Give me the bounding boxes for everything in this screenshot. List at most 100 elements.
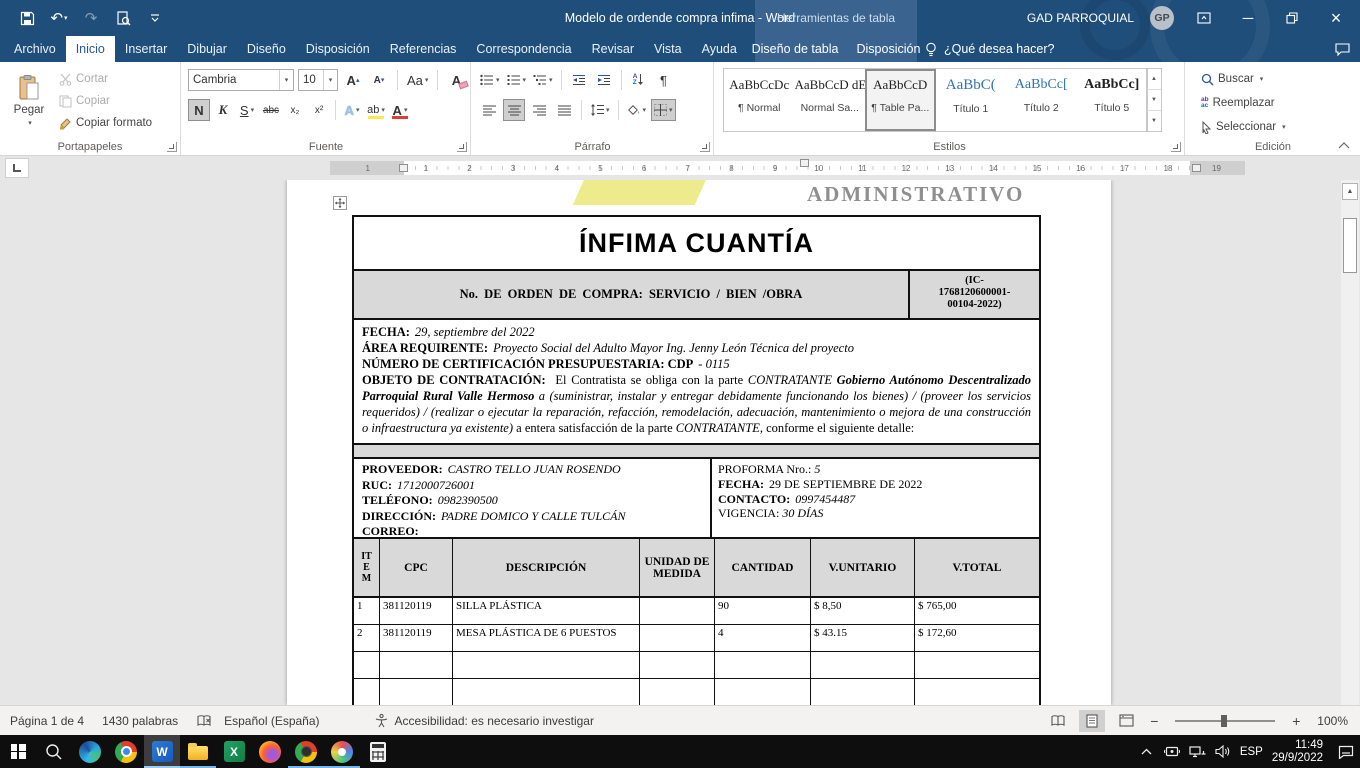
tab-revisar[interactable]: Revisar (582, 36, 644, 62)
accessibility-status[interactable]: Accesibilidad: es necesario investigar (395, 714, 594, 728)
borders-button[interactable]: ▾ (651, 99, 676, 121)
tab-selector[interactable] (5, 158, 29, 178)
save-icon[interactable] (14, 6, 40, 30)
paste-button[interactable]: Pegar ▾ (7, 67, 51, 135)
paragraph-dialog-launcher[interactable] (700, 142, 710, 152)
styles-gallery-more[interactable]: ▼ (1147, 111, 1161, 131)
scrollbar-thumb[interactable] (1343, 218, 1357, 273)
tab-diseno[interactable]: Diseño (237, 36, 296, 62)
style-normal-sa[interactable]: AaBbCcD dENormal Sa... (795, 69, 866, 131)
word-count[interactable]: 1430 palabras (102, 714, 178, 728)
align-center-button[interactable] (503, 99, 525, 121)
taskbar-chrome-profile[interactable] (288, 735, 324, 768)
clock[interactable]: 11:4929/9/2022 (1272, 735, 1323, 768)
increase-indent-button[interactable] (593, 69, 615, 91)
tab-inicio[interactable]: Inicio (66, 36, 115, 62)
undo-button[interactable]: ↶▾ (46, 6, 72, 30)
superscript-button[interactable]: x² (308, 99, 330, 121)
horizontal-ruler[interactable]: 1 123456789101112131415161718 19 (330, 161, 1245, 175)
style-normal[interactable]: AaBbCcDc¶ Normal (724, 69, 795, 131)
tab-insertar[interactable]: Insertar (115, 36, 177, 62)
underline-button[interactable]: S▾ (236, 99, 258, 121)
customize-qat-button[interactable] (142, 6, 168, 30)
sort-button[interactable]: AZ (628, 69, 650, 91)
tab-diseno-de-tabla[interactable]: Diseño de tabla (743, 36, 848, 62)
show-marks-button[interactable]: ¶ (653, 69, 675, 91)
avatar[interactable]: GP (1150, 6, 1174, 30)
select-button[interactable]: Seleccionar ▾ (1198, 116, 1289, 138)
taskbar-paint[interactable] (324, 735, 360, 768)
table-move-handle[interactable] (333, 196, 347, 210)
bold-button[interactable]: N (188, 99, 210, 121)
style-titulo-1[interactable]: AaBbC(Título 1 (936, 69, 1007, 131)
close-button[interactable]: × (1322, 3, 1350, 33)
tab-disposicion[interactable]: Disposición (296, 36, 380, 62)
font-size-combo[interactable]: 10 ▾ (298, 69, 338, 91)
account-name[interactable]: GAD PARROQUIAL (1027, 11, 1134, 25)
style-titulo-2[interactable]: AaBbCc[Título 2 (1006, 69, 1077, 131)
redo-button[interactable]: ↷ (78, 6, 104, 30)
align-left-button[interactable] (478, 99, 500, 121)
accessibility-icon[interactable] (374, 713, 389, 728)
tab-dibujar[interactable]: Dibujar (177, 36, 237, 62)
font-dialog-launcher[interactable] (457, 142, 467, 152)
font-family-combo[interactable]: Cambria ▾ (188, 69, 294, 91)
minimize-button[interactable]: ─ (1234, 3, 1262, 33)
multilevel-list-button[interactable]: ▾ (531, 69, 555, 91)
tab-referencias[interactable]: Referencias (380, 36, 467, 62)
increase-font-button[interactable]: A▴ (342, 69, 364, 91)
taskbar-file-explorer[interactable] (180, 735, 216, 768)
taskbar-search-button[interactable] (36, 735, 72, 768)
zoom-slider-thumb[interactable] (1221, 715, 1227, 727)
highlight-button[interactable]: ab▾ (365, 99, 387, 121)
taskbar-edge[interactable] (72, 735, 108, 768)
replace-button[interactable]: abac Reemplazar (1198, 92, 1289, 114)
tab-correspondencia[interactable]: Correspondencia (466, 36, 581, 62)
page-indicator[interactable]: Página 1 de 4 (10, 714, 84, 728)
taskbar-word[interactable]: W (144, 735, 180, 768)
zoom-level[interactable]: 100% (1317, 714, 1348, 728)
style-titulo-5[interactable]: AaBbCc]Título 5 (1077, 69, 1148, 131)
text-effects-button[interactable]: A▾ (341, 99, 363, 121)
line-spacing-button[interactable]: ▾ (588, 99, 612, 121)
language-indicator[interactable]: Español (España) (224, 714, 319, 728)
format-painter-button[interactable]: Copiar formato (56, 112, 155, 134)
taskbar-calculator[interactable] (360, 735, 396, 768)
right-indent-marker[interactable] (1192, 164, 1201, 172)
read-mode-button[interactable] (1045, 710, 1071, 732)
feedback-button[interactable] (1335, 36, 1350, 62)
copy-button[interactable]: Copiar (56, 90, 155, 112)
first-line-indent-marker[interactable] (800, 159, 809, 167)
styles-scroll-up[interactable]: ▲ (1147, 69, 1161, 90)
action-center-button[interactable] (1338, 735, 1354, 768)
left-indent-marker[interactable] (399, 164, 408, 172)
align-right-button[interactable] (528, 99, 550, 121)
scroll-up-button[interactable]: ▲ (1342, 183, 1358, 200)
find-button[interactable]: Buscar ▾ (1198, 68, 1289, 90)
volume-icon[interactable] (1215, 735, 1231, 768)
style-table-paragraph[interactable]: AaBbCcD¶ Table Pa... (865, 69, 936, 131)
italic-button[interactable]: K (212, 99, 234, 121)
ribbon-display-options-button[interactable] (1190, 3, 1218, 33)
cast-icon[interactable] (1164, 735, 1180, 768)
decrease-indent-button[interactable] (568, 69, 590, 91)
restore-button[interactable] (1278, 3, 1306, 33)
clear-formatting-button[interactable]: A (445, 69, 467, 91)
tab-archivo[interactable]: Archivo (4, 36, 66, 62)
justify-button[interactable] (553, 99, 575, 121)
print-layout-button[interactable] (1079, 710, 1105, 732)
tab-disposicion-tabla[interactable]: Disposición (847, 36, 929, 62)
shading-button[interactable]: ▾ (625, 99, 649, 121)
styles-scroll-down[interactable]: ▼ (1147, 90, 1161, 111)
strikethrough-button[interactable]: abc (260, 99, 282, 121)
web-layout-button[interactable] (1113, 710, 1139, 732)
decrease-font-button[interactable]: A▾ (368, 69, 390, 91)
taskbar-firefox[interactable] (252, 735, 288, 768)
bullets-button[interactable]: ▾ (478, 69, 502, 91)
zoom-out-button[interactable]: − (1147, 713, 1161, 729)
zoom-slider[interactable] (1175, 720, 1275, 722)
numbering-button[interactable]: ▾ (505, 69, 529, 91)
tab-vista[interactable]: Vista (644, 36, 692, 62)
proofing-icon[interactable] (196, 714, 212, 728)
hidden-icons-button[interactable] (1139, 735, 1155, 768)
